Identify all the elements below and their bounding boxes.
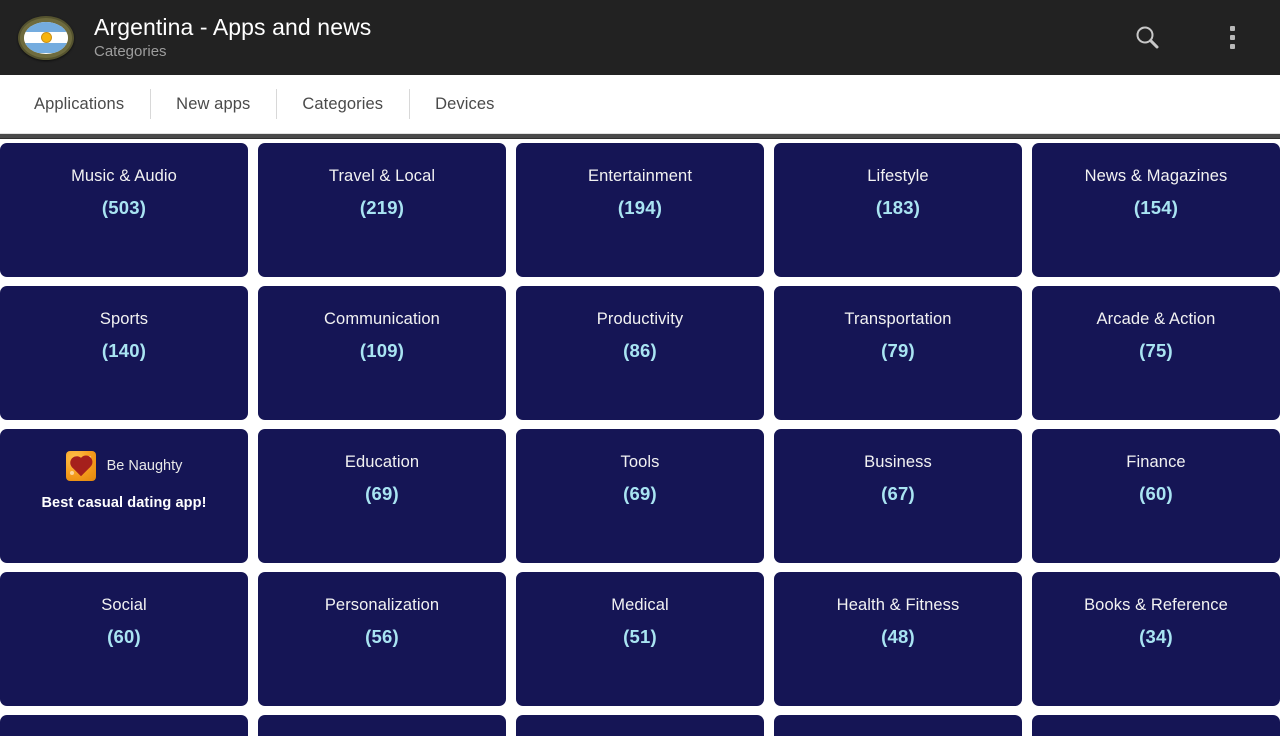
categories-scroll-area[interactable]: Music & Audio (503) Travel & Local (219) Ent… [0,139,1280,736]
categories-grid: Music & Audio (503) Travel & Local (219) Ent… [0,139,1280,736]
category-tile[interactable]: Entertainment (194) [516,143,764,277]
category-tile[interactable] [516,715,764,736]
ad-tagline: Best casual dating app! [41,495,207,511]
category-tile[interactable]: Social (60) [0,572,248,706]
page-subtitle: Categories [94,43,167,61]
category-tile[interactable]: Personalization (56) [258,572,506,706]
category-count: (140) [101,339,147,361]
category-name: Medical [611,596,669,614]
flag-stripe-bottom [24,42,68,54]
ad-title: Be Naughty [106,458,183,474]
category-count: (79) [881,339,915,361]
category-tile[interactable]: Arcade & Action (75) [1032,286,1280,420]
category-count: (219) [359,196,405,218]
category-name: Finance [1126,453,1186,471]
tab-applications[interactable]: Applications [8,87,150,121]
category-count: (86) [623,339,657,361]
tab-label: New apps [176,94,251,113]
category-tile[interactable] [0,715,248,736]
category-name: Tools [620,453,660,471]
app-header: Argentina - Apps and news Categories [0,0,1280,75]
category-tile[interactable]: Health & Fitness (48) [774,572,1022,706]
tab-label: Applications [34,94,125,113]
category-tile[interactable]: Tools (69) [516,429,764,563]
category-name: Lifestyle [867,167,929,185]
flag-oval [24,21,68,54]
category-tile[interactable]: Books & Reference (34) [1032,572,1280,706]
category-name: Books & Reference [1084,596,1228,614]
category-name: Productivity [596,310,684,328]
category-name: Sports [99,310,149,328]
sun-of-may-icon [41,33,51,42]
category-count: (48) [881,625,915,647]
category-name: Travel & Local [328,167,436,185]
category-count: (109) [359,339,405,361]
category-tile[interactable] [1032,715,1280,736]
category-name: Personalization [324,596,440,614]
category-name: Arcade & Action [1096,310,1216,328]
category-count: (67) [881,482,915,504]
category-tile[interactable]: Education (69) [258,429,506,563]
category-count: (51) [623,625,657,647]
category-tile[interactable]: Finance (60) [1032,429,1280,563]
tab-new-apps[interactable]: New apps [150,87,276,121]
category-count: (56) [365,625,399,647]
category-count: (194) [617,196,663,218]
category-count: (60) [107,625,141,647]
category-name: Transportation [844,310,952,328]
argentina-flag-icon[interactable] [18,15,74,60]
category-tile[interactable]: Business (67) [774,429,1022,563]
more-vert-icon [1229,26,1235,49]
tab-categories[interactable]: Categories [276,87,409,121]
page-title: Argentina - Apps and news [94,14,372,41]
category-count: (34) [1139,625,1173,647]
category-name: Education [344,453,420,471]
category-name: Music & Audio [71,167,177,185]
category-tile[interactable] [258,715,506,736]
heart-icon [65,451,96,481]
ad-tile[interactable]: Be Naughty Best casual dating app! [0,429,248,563]
search-icon [1132,23,1162,53]
category-name: Entertainment [587,167,693,185]
category-tile[interactable]: Medical (51) [516,572,764,706]
category-tile[interactable]: Travel & Local (219) [258,143,506,277]
ad-header: Be Naughty [0,451,248,481]
category-tile[interactable]: Lifestyle (183) [774,143,1022,277]
category-tile[interactable] [774,715,1022,736]
category-count: (503) [101,196,147,218]
category-name: Social [101,596,147,614]
category-count: (69) [623,482,657,504]
category-tile[interactable]: Sports (140) [0,286,248,420]
category-tile[interactable]: Communication (109) [258,286,506,420]
tab-bar: Applications New apps Categories Devices [0,75,1280,133]
category-count: (154) [1133,196,1179,218]
category-name: Health & Fitness [836,596,960,614]
category-count: (183) [875,196,921,218]
overflow-menu-button[interactable] [1202,0,1262,75]
category-count: (60) [1139,482,1173,504]
tab-label: Categories [302,94,384,113]
tab-devices[interactable]: Devices [409,87,520,121]
category-name: News & Magazines [1084,167,1228,185]
category-tile[interactable]: Productivity (86) [516,286,764,420]
title-block: Argentina - Apps and news Categories [94,15,371,60]
category-count: (75) [1139,339,1173,361]
header-actions [1117,0,1280,75]
category-tile[interactable]: News & Magazines (154) [1032,143,1280,277]
flag-stripe-top [24,21,68,33]
category-name: Communication [324,310,440,328]
search-button[interactable] [1117,0,1177,75]
tab-label: Devices [435,94,495,113]
category-tile[interactable]: Music & Audio (503) [0,143,248,277]
category-name: Business [864,453,932,471]
category-count: (69) [365,482,399,504]
category-tile[interactable]: Transportation (79) [774,286,1022,420]
